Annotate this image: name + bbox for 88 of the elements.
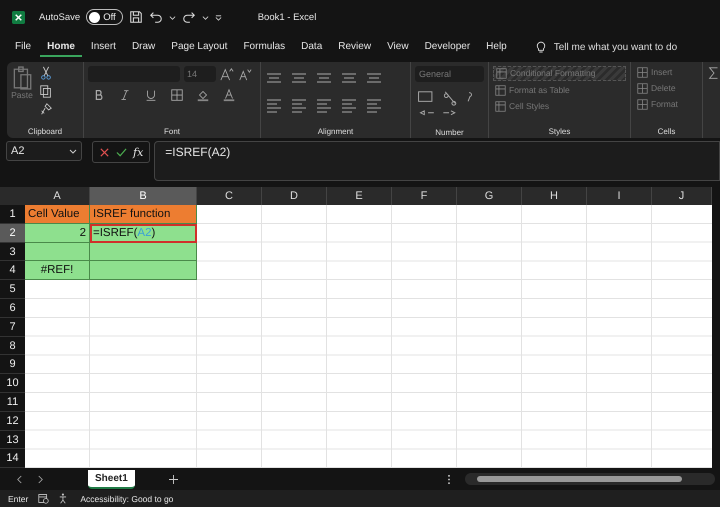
horizontal-scrollbar[interactable]	[465, 473, 715, 486]
borders-icon[interactable]	[170, 88, 184, 102]
row-header[interactable]: 13	[0, 430, 25, 450]
shrink-font-icon[interactable]	[238, 66, 252, 81]
formula-buttons[interactable]: fx	[92, 141, 150, 164]
menu-tab[interactable]: View	[380, 38, 416, 57]
menu-tab[interactable]: File	[8, 38, 38, 57]
autosave-label: AutoSave	[39, 12, 80, 23]
row-header[interactable]: 1	[0, 205, 25, 224]
column-header[interactable]: I	[587, 187, 652, 206]
accessibility-status[interactable]: Accessibility: Good to go	[80, 494, 174, 504]
row-header[interactable]: 11	[0, 393, 25, 412]
row-header[interactable]: 3	[0, 242, 25, 262]
caret-icon[interactable]	[168, 14, 176, 21]
table-cell: Cell Value	[25, 205, 90, 224]
column-header[interactable]: F	[392, 187, 457, 206]
group-label: Font	[162, 127, 181, 136]
grow-font-icon[interactable]	[220, 66, 234, 81]
group-label: Clipboard	[26, 127, 64, 136]
undo-icon[interactable]	[148, 10, 163, 24]
number-format-field[interactable]: General	[415, 66, 484, 82]
table-icon	[495, 100, 506, 112]
sum-icon[interactable]	[707, 66, 720, 80]
column-header[interactable]: C	[197, 187, 262, 206]
autosave-toggle[interactable]: Off	[86, 9, 123, 26]
row-header[interactable]: 14	[0, 449, 25, 468]
menu-tab[interactable]: Draw	[124, 38, 162, 57]
row-header[interactable]: 9	[0, 355, 25, 374]
paintbrush-icon[interactable]	[39, 102, 53, 116]
table-cell: 2	[25, 224, 90, 243]
table-cell: ISREF function	[90, 205, 197, 224]
more-options-icon[interactable]	[447, 474, 451, 485]
lightbulb-icon	[536, 40, 546, 54]
menu-tab[interactable]: Data	[294, 38, 330, 57]
row-header[interactable]: 4	[0, 261, 25, 280]
menu-tab[interactable]: Home	[40, 38, 82, 57]
column-header[interactable]: D	[262, 187, 327, 206]
macro-icon[interactable]	[38, 493, 50, 504]
table-icon	[495, 84, 506, 96]
column-header[interactable]: B	[90, 187, 197, 206]
table-cell: #REF!	[25, 261, 90, 280]
row-header[interactable]: 2	[0, 224, 25, 243]
window-title: Book1 - Excel	[258, 12, 316, 23]
sheet-tab[interactable]: Sheet1	[88, 470, 135, 489]
status-mode: Enter	[8, 494, 28, 504]
grid-icon	[637, 98, 648, 110]
row-header[interactable]: 10	[0, 374, 25, 394]
row-header[interactable]: 6	[0, 299, 25, 318]
column-header[interactable]: G	[457, 187, 522, 206]
font-color-icon[interactable]	[222, 88, 236, 102]
row-header[interactable]: 5	[0, 280, 25, 300]
table-cell: =ISREF(A2)	[90, 224, 197, 243]
copy-icon[interactable]	[39, 84, 53, 98]
column-header[interactable]: E	[327, 187, 392, 206]
menu-tab[interactable]: Developer	[418, 38, 478, 57]
column-header[interactable]: H	[522, 187, 587, 206]
group-label: Styles	[548, 127, 572, 136]
row-header[interactable]: 12	[0, 412, 25, 431]
save-icon[interactable]	[128, 10, 143, 24]
group-label: Cells	[656, 127, 676, 136]
tell-me-field[interactable]: Tell me what you want to do	[552, 40, 716, 54]
font-size-field[interactable]: 14	[184, 66, 216, 82]
grid-icon	[637, 82, 648, 94]
table-icon	[496, 68, 507, 79]
menu-tab[interactable]: Formulas	[236, 38, 292, 57]
name-box[interactable]: A2	[6, 141, 82, 162]
row-header[interactable]: 8	[0, 336, 25, 356]
menu-tab[interactable]: Help	[479, 38, 514, 57]
caret-icon[interactable]	[202, 14, 209, 21]
menu-tab[interactable]: Review	[331, 38, 378, 57]
column-header[interactable]: J	[652, 187, 712, 206]
previous-sheet-icon[interactable]	[16, 474, 23, 484]
redo-icon[interactable]	[182, 10, 196, 24]
menu-tab[interactable]: Page Layout	[164, 38, 234, 57]
customize-icon[interactable]	[214, 14, 222, 21]
next-sheet-icon[interactable]	[37, 474, 44, 484]
menu-tab[interactable]: Insert	[84, 38, 123, 57]
column-header[interactable]: A	[25, 187, 90, 206]
scissors-icon[interactable]	[39, 66, 53, 80]
group-label: Alignment	[316, 127, 354, 136]
row-header[interactable]: 7	[0, 318, 25, 337]
grid-icon	[637, 66, 648, 78]
excel-logo-icon	[12, 10, 25, 24]
underline-icon[interactable]	[144, 88, 158, 102]
clipboard-icon	[11, 66, 33, 90]
formula-field[interactable]: =ISREF(A2)	[154, 141, 720, 182]
add-sheet-icon[interactable]	[168, 474, 178, 484]
group-label: Number	[434, 128, 465, 137]
